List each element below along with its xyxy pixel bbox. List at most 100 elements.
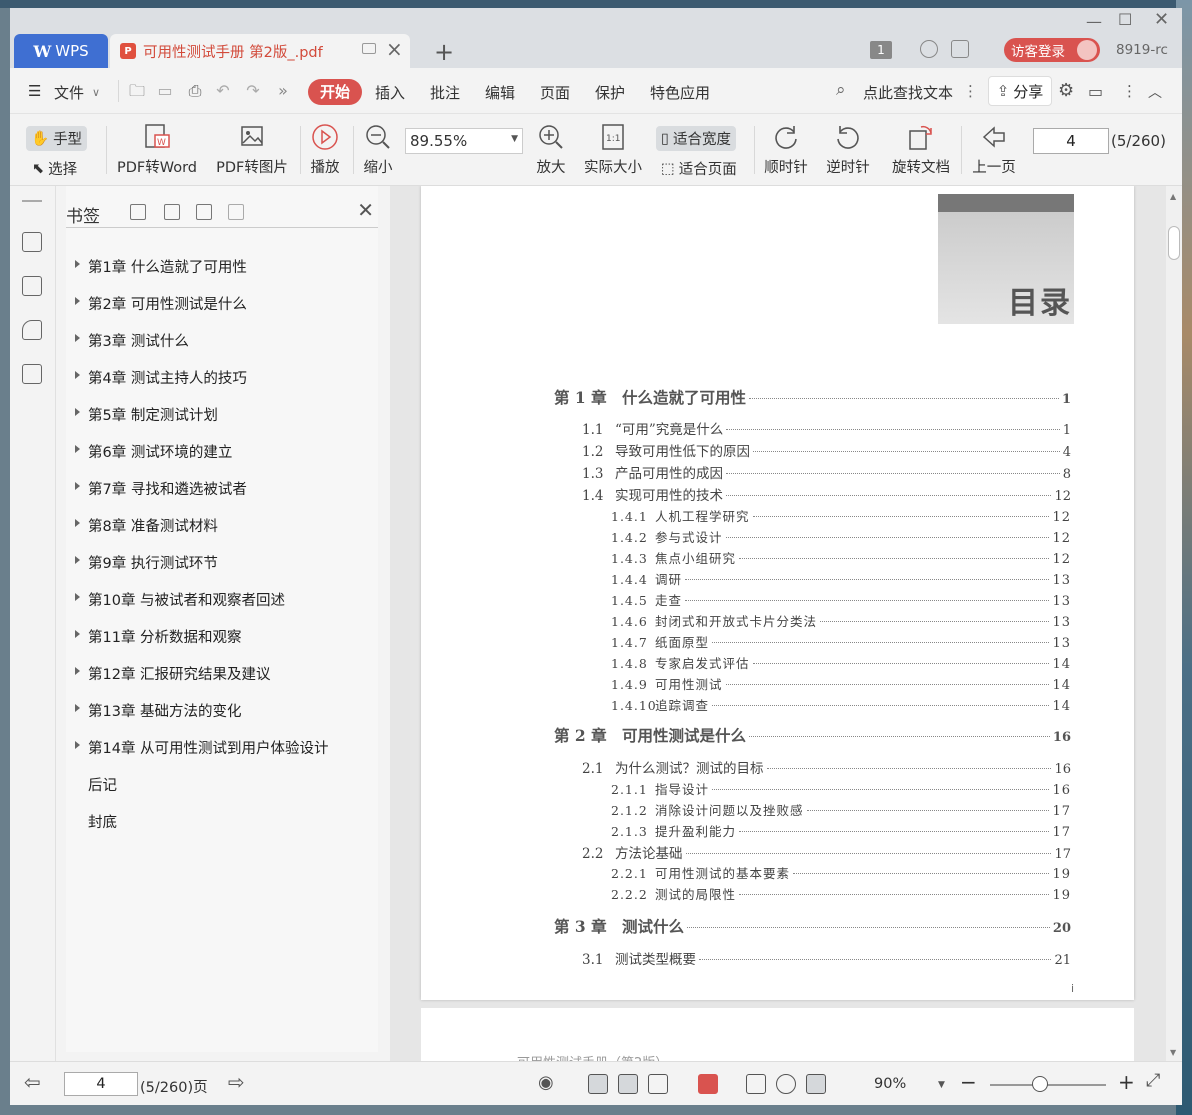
status-next-page-icon[interactable]: ⇨ [228, 1070, 245, 1094]
new-tab-icon[interactable]: + [434, 38, 454, 66]
visitor-login-button[interactable]: 访客登录 [1004, 38, 1100, 62]
file-menu[interactable]: 文件 [54, 82, 84, 103]
tab-page[interactable]: 页面 [540, 82, 570, 103]
bookmark-item[interactable]: 第11章 分析数据和观察 [75, 626, 242, 647]
delete-bookmark-icon[interactable] [228, 204, 244, 220]
print-icon[interactable]: ⎙ [186, 82, 204, 100]
bookmark-item[interactable]: 封底 [88, 811, 117, 832]
actual-size-status-icon[interactable] [746, 1074, 766, 1094]
redo-icon[interactable]: ↷ [244, 82, 262, 100]
toc-entry[interactable]: 2.2 方法论基础 17 [582, 842, 1071, 862]
maximize-icon[interactable]: ☐ [1118, 10, 1132, 29]
bookmark-item[interactable]: 第7章 寻找和遴选被试者 [75, 478, 247, 499]
toc-entry[interactable]: 1.4.1 人机工程学研究 12 [611, 506, 1071, 525]
page-number-input[interactable]: 4 [1033, 128, 1109, 154]
zoom-out-button[interactable]: 缩小 [360, 122, 396, 177]
expand-arrow-icon[interactable] [75, 260, 80, 268]
toc-entry[interactable]: 2.1 为什么测试？测试的目标 16 [582, 757, 1071, 777]
expand-arrow-icon[interactable] [75, 297, 80, 305]
comment-icon[interactable]: ▭ [1088, 82, 1103, 101]
toc-entry[interactable]: 1.2 导致可用性低下的原因 4 [582, 440, 1071, 460]
toc-entry[interactable]: 第 2 章可用性测试是什么 16 [554, 724, 1071, 746]
toc-entry[interactable]: 1.4 实现可用性的技术 12 [582, 484, 1071, 504]
rotate-counterclockwise-button[interactable]: 逆时针 [824, 122, 872, 177]
expand-arrow-icon[interactable] [75, 741, 80, 749]
expand-arrow-icon[interactable] [75, 371, 80, 379]
vertical-scrollbar[interactable]: ▲ ▼ [1166, 186, 1182, 1061]
slideshow-icon[interactable] [698, 1074, 718, 1094]
zoom-select[interactable]: 89.55% ▼ [405, 128, 523, 154]
toc-entry[interactable]: 1.4.5 走查 13 [611, 590, 1071, 609]
expand-arrow-icon[interactable] [75, 704, 80, 712]
bookmark-item[interactable]: 第5章 制定测试计划 [75, 404, 218, 425]
fit-page-button[interactable]: ⬚ 适合页面 [661, 158, 737, 179]
thumbnail-icon[interactable] [22, 276, 42, 296]
undo-icon[interactable]: ↶ [214, 82, 232, 100]
eye-protection-icon[interactable]: ◉ [538, 1072, 554, 1093]
fit-page-status-icon[interactable] [776, 1074, 796, 1094]
expand-arrow-icon[interactable] [75, 556, 80, 564]
expand-arrow-icon[interactable] [75, 334, 80, 342]
hand-tool[interactable]: ✋ 手型 [26, 126, 88, 151]
bookmark-item[interactable]: 第8章 准备测试材料 [75, 515, 218, 536]
collapse-ribbon-icon[interactable]: ︿ [1148, 82, 1162, 102]
more-tools-icon[interactable]: » [274, 82, 292, 100]
toc-entry[interactable]: 1.3 产品可用性的成因 8 [582, 462, 1071, 482]
wps-home-tab[interactable]: W WPS [14, 34, 108, 68]
pdf-to-word-button[interactable]: W PDF转Word [114, 122, 200, 177]
collapse-all-icon[interactable] [164, 204, 180, 220]
tab-edit[interactable]: 编辑 [485, 82, 515, 103]
zoom-plus-icon[interactable]: + [1118, 1070, 1135, 1094]
open-folder-icon[interactable]: 🗀 [128, 82, 146, 100]
pdf-to-image-button[interactable]: PDF转图片 [212, 122, 292, 177]
bookmark-item[interactable]: 第2章 可用性测试是什么 [75, 293, 247, 314]
status-prev-page-icon[interactable]: ⇦ [24, 1070, 41, 1094]
rotate-clockwise-button[interactable]: 顺时针 [762, 122, 810, 177]
bookmark-item[interactable]: 第3章 测试什么 [75, 330, 189, 351]
rotate-document-button[interactable]: 旋转文档 [886, 122, 956, 177]
chevron-down-icon[interactable]: ∨ [92, 86, 100, 99]
status-zoom-value[interactable]: 90% [874, 1076, 906, 1092]
search-text-button[interactable]: 点此查找文本 [863, 82, 953, 103]
tab-protect[interactable]: 保护 [595, 82, 625, 103]
add-bookmark-icon[interactable] [196, 204, 212, 220]
dual-page-icon[interactable] [648, 1074, 668, 1094]
expand-arrow-icon[interactable] [75, 408, 80, 416]
tab-start[interactable]: 开始 [308, 79, 362, 105]
monitor-icon[interactable] [362, 43, 376, 54]
toc-entry[interactable]: 1.4.4 调研 13 [611, 569, 1071, 588]
tab-special-apps[interactable]: 特色应用 [650, 82, 710, 103]
tab-annotate[interactable]: 批注 [430, 82, 460, 103]
bookmark-item[interactable]: 第14章 从可用性测试到用户体验设计 [75, 737, 329, 758]
prev-page-button[interactable]: 上一页 [968, 122, 1020, 177]
zoom-slider-knob[interactable] [1032, 1076, 1048, 1092]
toc-entry[interactable]: 1.4.6 封闭式和开放式卡片分类法 13 [611, 611, 1071, 630]
expand-all-icon[interactable] [130, 204, 146, 220]
continuous-view-icon[interactable] [588, 1074, 608, 1094]
bookmark-item[interactable]: 后记 [88, 774, 117, 795]
page-count-badge[interactable]: 1 [870, 41, 892, 59]
bookmark-item[interactable]: 第9章 执行测试环节 [75, 552, 218, 573]
gear-icon[interactable]: ⚙ [1058, 80, 1074, 101]
fullscreen-icon[interactable]: ⤢ [1146, 1070, 1160, 1091]
bookmark-item[interactable]: 第10章 与被试者和观察者回述 [75, 589, 285, 610]
expand-arrow-icon[interactable] [75, 630, 80, 638]
zoom-slider[interactable] [990, 1084, 1106, 1086]
close-tab-icon[interactable]: × [386, 37, 403, 61]
more-options-icon[interactable]: ⋮ [1122, 82, 1137, 100]
select-tool[interactable]: ⬉ 选择 [32, 158, 77, 179]
image-extract-icon[interactable] [22, 364, 42, 384]
more-vertical-icon[interactable]: ⋮ [963, 82, 978, 100]
toc-entry[interactable]: 2.1.3 提升盈利能力 17 [611, 821, 1071, 840]
search-icon[interactable]: ⌕ [836, 80, 846, 100]
toc-entry[interactable]: 2.2.1 可用性测试的基本要素 19 [611, 863, 1071, 882]
bookmark-item[interactable]: 第6章 测试环境的建立 [75, 441, 232, 462]
fit-width-button[interactable]: ▯ 适合宽度 [656, 126, 736, 151]
document-tab[interactable]: P 可用性测试手册 第2版_.pdf × [110, 34, 410, 68]
toc-entry[interactable]: 2.1.2 消除设计问题以及挫败感 17 [611, 800, 1071, 819]
bookmark-list-icon[interactable] [22, 232, 42, 252]
expand-arrow-icon[interactable] [75, 519, 80, 527]
bookmark-item[interactable]: 第12章 汇报研究结果及建议 [75, 663, 271, 684]
toc-entry[interactable]: 1.1 “可用”究竟是什么 1 [582, 418, 1071, 438]
scrollbar-thumb[interactable] [1168, 226, 1180, 260]
